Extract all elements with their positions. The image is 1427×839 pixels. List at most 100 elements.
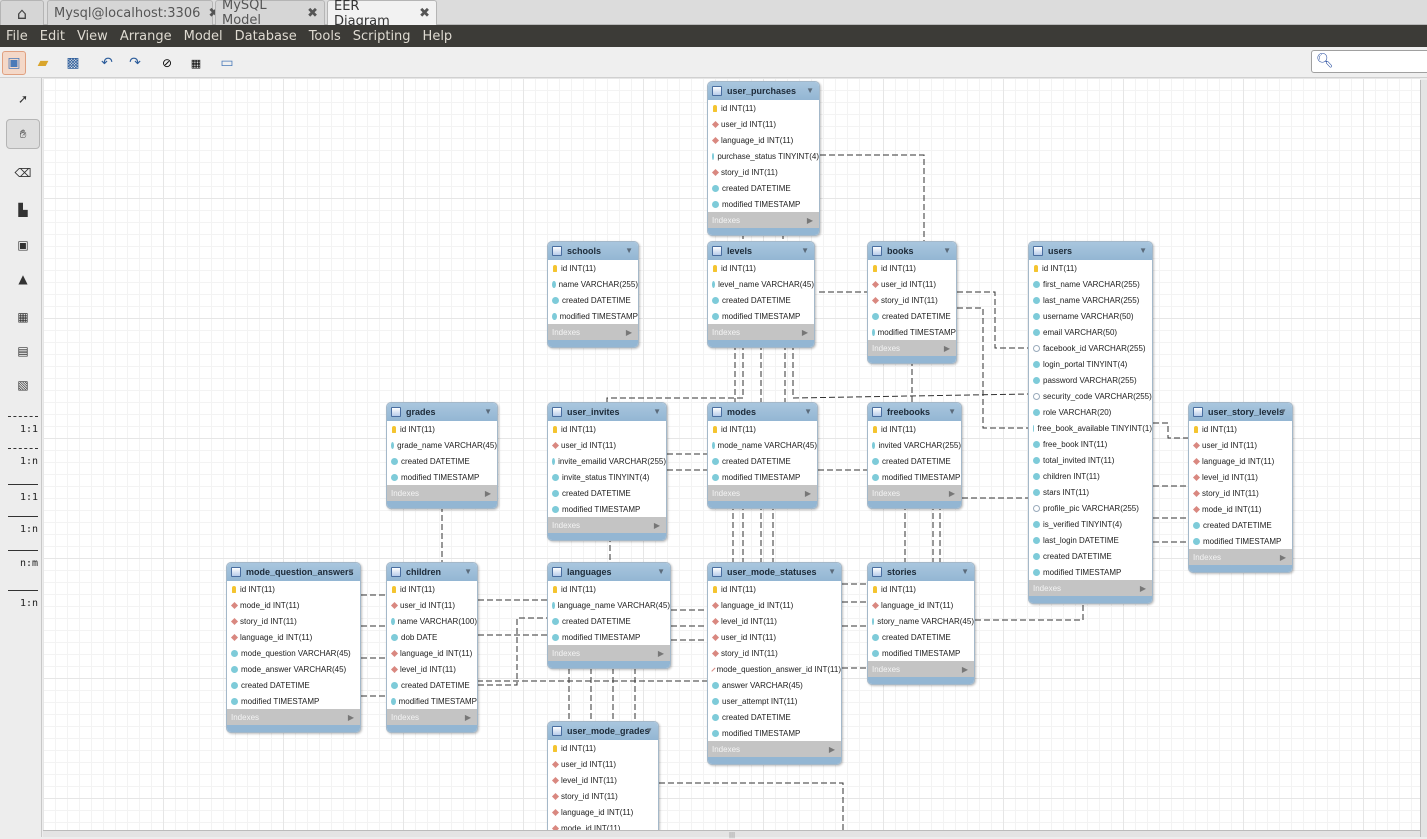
horizontal-scrollbar[interactable]: ||| [43,830,1420,839]
column-row[interactable]: name VARCHAR(100) [387,613,477,629]
close-icon[interactable]: ✖ [419,6,430,21]
menu-tools[interactable]: Tools [303,29,347,44]
indexes-section[interactable]: Indexes ▶ [1189,549,1292,565]
column-row[interactable]: login_portal TINYINT(4) [1029,356,1152,372]
expand-arrow-icon[interactable]: ▶ [944,344,950,353]
column-row[interactable]: mode_id INT(11) [227,597,360,613]
collapse-toggle-icon[interactable]: ▼ [464,567,472,576]
table-header[interactable]: mode_question_answers ▼ [227,563,360,581]
column-row[interactable]: modified TIMESTAMP [868,645,974,661]
column-row[interactable]: id INT(11) [868,581,974,597]
expand-arrow-icon[interactable]: ▶ [626,328,632,337]
column-row[interactable]: created DATETIME [387,677,477,693]
note-tool[interactable]: ▣ [6,230,40,260]
column-row[interactable]: id INT(11) [708,100,819,116]
column-row[interactable]: mode_name VARCHAR(45) [708,437,817,453]
expand-arrow-icon[interactable]: ▶ [465,713,471,722]
table-tool[interactable]: ▦ [6,302,40,332]
diagram-canvas[interactable]: user_purchases ▼ id INT(11) user_id INT(11)… [43,78,1420,830]
column-row[interactable]: language_id INT(11) [708,597,841,613]
table-header[interactable]: user_purchases ▼ [708,82,819,100]
column-row[interactable]: created DATETIME [708,292,814,308]
column-row[interactable]: level_name VARCHAR(45) [708,276,814,292]
collapse-toggle-icon[interactable]: ▼ [828,567,836,576]
column-row[interactable]: created DATETIME [548,485,666,501]
indexes-section[interactable]: Indexes ▶ [708,741,841,757]
column-row[interactable]: grade_name VARCHAR(45) [387,437,497,453]
collapse-toggle-icon[interactable]: ▼ [625,246,633,255]
relationship-tool-existing-columns[interactable]: 1:n [8,586,38,609]
table-user-story-levels[interactable]: user_story_levels ▼ id INT(11) user_id INT(… [1188,402,1293,573]
collapse-toggle-icon[interactable]: ▼ [804,407,812,416]
indexes-section[interactable]: Indexes ▶ [387,709,477,725]
indexes-section[interactable]: Indexes ▶ [1029,580,1152,596]
column-row[interactable]: modified TIMESTAMP [868,469,961,485]
new-diagram-button[interactable]: ▭ [215,51,239,75]
close-icon[interactable]: ✖ [307,6,318,21]
menu-view[interactable]: View [71,29,114,44]
relationship-connector[interactable] [1153,422,1188,439]
table-levels[interactable]: levels ▼ id INT(11) level_name VARCHAR(45) c… [707,241,815,348]
column-row[interactable]: id INT(11) [227,581,360,597]
search-input[interactable] [1334,53,1424,70]
table-languages[interactable]: languages ▼ id INT(11) language_name VARCHA… [547,562,671,669]
column-row[interactable]: created DATETIME [227,677,360,693]
column-row[interactable]: modified TIMESTAMP [1029,564,1152,580]
relationship-connector[interactable] [957,291,1028,349]
collapse-toggle-icon[interactable]: ▼ [645,726,653,735]
expand-arrow-icon[interactable]: ▶ [962,665,968,674]
column-row[interactable]: id INT(11) [387,581,477,597]
column-row[interactable]: level_id INT(11) [548,772,658,788]
column-row[interactable]: language_id INT(11) [387,645,477,661]
new-model-button[interactable]: ▣ [2,51,26,75]
collapse-toggle-icon[interactable]: ▼ [657,567,665,576]
column-row[interactable]: id INT(11) [548,740,658,756]
table-header[interactable]: user_invites ▼ [548,403,666,421]
indexes-section[interactable]: Indexes ▶ [708,485,817,501]
indexes-section[interactable]: Indexes ▶ [708,324,814,340]
expand-arrow-icon[interactable]: ▶ [1280,553,1286,562]
table-header[interactable]: user_mode_statuses ▼ [708,563,841,581]
menu-model[interactable]: Model [178,29,229,44]
table-header[interactable]: modes ▼ [708,403,817,421]
table-header[interactable]: children ▼ [387,563,477,581]
open-button[interactable]: ▰ [31,51,55,75]
column-row[interactable]: story_id INT(11) [868,292,956,308]
column-row[interactable]: modified TIMESTAMP [1189,533,1292,549]
column-row[interactable]: id INT(11) [387,421,497,437]
collapse-toggle-icon[interactable]: ▼ [484,407,492,416]
column-row[interactable]: created DATETIME [387,453,497,469]
column-row[interactable]: story_id INT(11) [1189,485,1292,501]
column-row[interactable]: free_book INT(11) [1029,436,1152,452]
home-tab[interactable]: ⌂ [0,0,44,25]
table-header[interactable]: user_mode_grades ▼ [548,722,658,740]
column-row[interactable]: mode_id INT(11) [548,820,658,830]
indexes-section[interactable]: Indexes ▶ [868,485,961,501]
column-row[interactable]: language_id INT(11) [227,629,360,645]
pointer-tool[interactable]: ➚ [6,84,40,114]
column-row[interactable]: mode_question_answer_id INT(11) [708,661,841,677]
indexes-section[interactable]: Indexes ▶ [548,645,670,661]
expand-arrow-icon[interactable]: ▶ [807,216,813,225]
relationship-tool-1-n-non-identifying[interactable]: 1:n [8,444,38,467]
table-header[interactable]: levels ▼ [708,242,814,260]
column-row[interactable]: language_name VARCHAR(45) [548,597,670,613]
column-row[interactable]: modified TIMESTAMP [387,469,497,485]
collapse-toggle-icon[interactable]: ▼ [653,407,661,416]
collapse-toggle-icon[interactable]: ▼ [943,246,951,255]
column-row[interactable]: user_id INT(11) [708,629,841,645]
column-row[interactable]: facebook_id VARCHAR(255) [1029,340,1152,356]
collapse-toggle-icon[interactable]: ▼ [1139,246,1147,255]
column-row[interactable]: password VARCHAR(255) [1029,372,1152,388]
column-row[interactable]: created DATETIME [548,613,670,629]
eraser-tool[interactable]: ⌫ [6,158,40,188]
column-row[interactable]: id INT(11) [708,260,814,276]
relationship-tool-1-1-non-identifying[interactable]: 1:1 [8,412,38,435]
column-row[interactable]: level_id INT(11) [708,613,841,629]
table-stories[interactable]: stories ▼ id INT(11) language_id INT(11) sto… [867,562,975,685]
collapse-toggle-icon[interactable]: ▼ [347,567,355,576]
column-row[interactable]: id INT(11) [868,421,961,437]
table-user-purchases[interactable]: user_purchases ▼ id INT(11) user_id INT(11)… [707,81,820,236]
column-row[interactable]: id INT(11) [868,260,956,276]
table-users[interactable]: users ▼ id INT(11) first_name VARCHAR(255) l… [1028,241,1153,604]
